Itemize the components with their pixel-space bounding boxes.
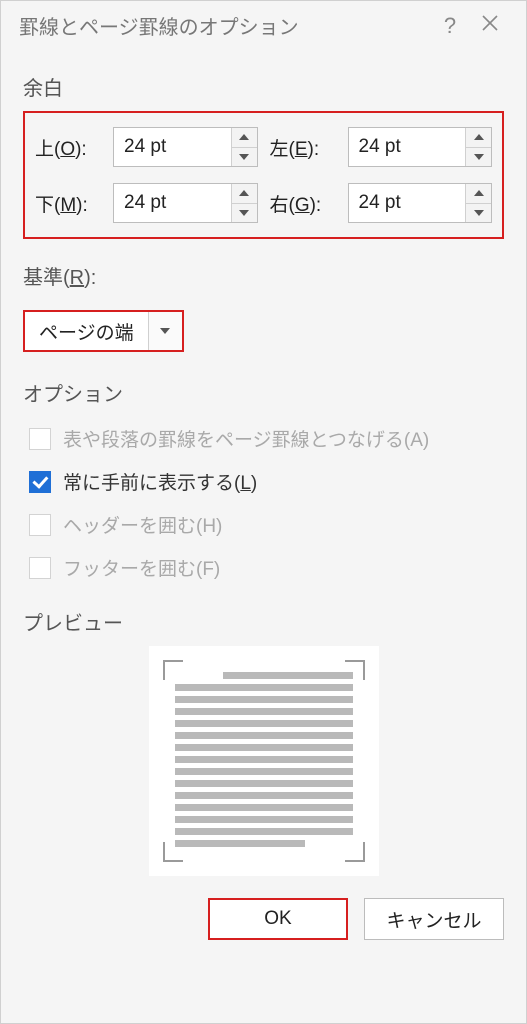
option-label: 常に手前に表示する(L) <box>63 468 257 495</box>
options-section-label: オプション <box>23 378 504 407</box>
help-button[interactable]: ? <box>430 13 470 39</box>
chevron-down-icon <box>474 210 484 216</box>
crop-mark-tl <box>163 660 183 680</box>
margin-bottom-input[interactable]: 24 pt <box>113 183 258 223</box>
ok-button[interactable]: OK <box>208 898 348 940</box>
margin-bottom-value[interactable]: 24 pt <box>114 184 231 222</box>
margin-top-dec[interactable] <box>232 148 257 167</box>
chevron-up-icon <box>239 134 249 140</box>
options-group: 表や段落の罫線をページ罫線とつなげる(A) 常に手前に表示する(L) ヘッダーを… <box>23 417 504 589</box>
margin-right-input[interactable]: 24 pt <box>348 183 493 223</box>
checkbox <box>29 514 51 536</box>
margin-top-input[interactable]: 24 pt <box>113 127 258 167</box>
checkbox <box>29 428 51 450</box>
checkbox[interactable] <box>29 471 51 493</box>
cancel-button[interactable]: キャンセル <box>364 898 504 940</box>
chevron-down-icon <box>160 328 170 334</box>
chevron-up-icon <box>239 190 249 196</box>
margin-bottom-dec[interactable] <box>232 204 257 223</box>
option-label: 表や段落の罫線をページ罫線とつなげる(A) <box>63 425 429 452</box>
measure-from-dropdown[interactable]: ページの端 <box>23 310 184 352</box>
margin-left-field: 左(E): 24 pt <box>270 127 493 167</box>
preview-text-lines <box>175 672 353 847</box>
checkbox <box>29 557 51 579</box>
margin-right-dec[interactable] <box>466 204 491 223</box>
dialog-footer: OK キャンセル <box>1 876 526 958</box>
margin-left-inc[interactable] <box>466 128 491 148</box>
close-button[interactable] <box>470 14 510 38</box>
measure-from-toggle[interactable] <box>148 312 182 350</box>
margin-right-value[interactable]: 24 pt <box>349 184 466 222</box>
margin-bottom-inc[interactable] <box>232 184 257 204</box>
crop-mark-bl <box>163 842 183 862</box>
option-align-borders: 表や段落の罫線をページ罫線とつなげる(A) <box>23 417 504 460</box>
measure-from-label: 基準(R): <box>23 261 504 290</box>
measure-from-section: 基準(R): ページの端 <box>23 261 504 352</box>
preview-section-label: プレビュー <box>23 607 504 636</box>
chevron-down-icon <box>239 210 249 216</box>
margin-section-label: 余白 <box>23 72 504 101</box>
margin-right-inc[interactable] <box>466 184 491 204</box>
option-label: フッターを囲む(F) <box>63 554 220 581</box>
dialog-title: 罫線とページ罫線のオプション <box>19 11 430 40</box>
margin-top-field: 上(O): 24 pt <box>35 127 258 167</box>
margin-bottom-field: 下(M): 24 pt <box>35 183 258 223</box>
margin-left-label: 左(E): <box>270 134 348 161</box>
margin-top-label: 上(O): <box>35 134 113 161</box>
margin-bottom-label: 下(M): <box>35 190 113 217</box>
measure-from-value: ページの端 <box>25 312 148 350</box>
option-label: ヘッダーを囲む(H) <box>63 511 222 538</box>
margin-left-dec[interactable] <box>466 148 491 167</box>
close-icon <box>481 14 499 32</box>
margin-right-label: 右(G): <box>270 190 348 217</box>
margin-right-field: 右(G): 24 pt <box>270 183 493 223</box>
margin-top-value[interactable]: 24 pt <box>114 128 231 166</box>
margin-group: 上(O): 24 pt 左(E): 24 pt <box>23 111 504 239</box>
option-surround-footer: フッターを囲む(F) <box>23 546 504 589</box>
crop-mark-tr <box>345 660 365 680</box>
margin-top-inc[interactable] <box>232 128 257 148</box>
option-always-front[interactable]: 常に手前に表示する(L) <box>23 460 504 503</box>
option-surround-header: ヘッダーを囲む(H) <box>23 503 504 546</box>
chevron-up-icon <box>474 134 484 140</box>
preview-page <box>149 646 379 876</box>
titlebar: 罫線とページ罫線のオプション ? <box>1 1 526 50</box>
chevron-down-icon <box>474 154 484 160</box>
chevron-up-icon <box>474 190 484 196</box>
margin-left-value[interactable]: 24 pt <box>349 128 466 166</box>
margin-left-input[interactable]: 24 pt <box>348 127 493 167</box>
crop-mark-br <box>345 842 365 862</box>
chevron-down-icon <box>239 154 249 160</box>
preview-container <box>23 646 504 876</box>
